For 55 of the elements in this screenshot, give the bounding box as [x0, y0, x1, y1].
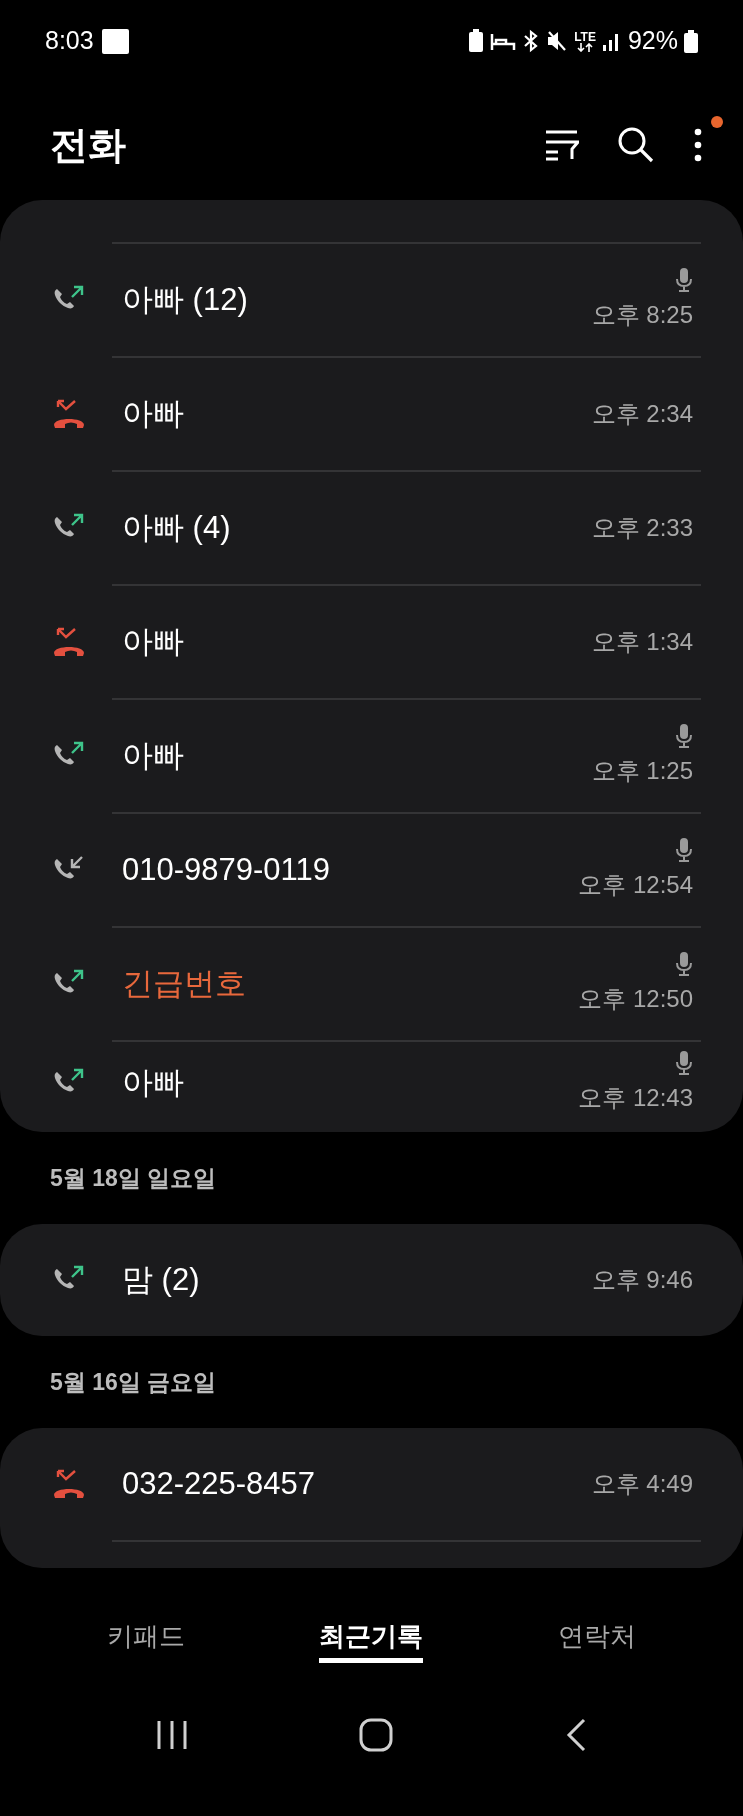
- call-log-row[interactable]: 아빠 오후 12:43: [0, 1042, 743, 1132]
- call-log-row[interactable]: 아빠 오후 1:34: [0, 586, 743, 698]
- date-header: 5월 18일 일요일: [49, 1163, 218, 1193]
- call-log-row[interactable]: 아빠 오후 2:34: [0, 358, 743, 470]
- filter-icon[interactable]: [545, 129, 579, 161]
- recent-apps-icon[interactable]: [155, 1720, 188, 1750]
- caller-name: 아빠: [122, 394, 185, 433]
- caller-name: 아빠 (4): [122, 508, 232, 547]
- caller-name: 아빠: [122, 1063, 185, 1102]
- call-log-row[interactable]: 아빠 (4) 오후 2:33: [0, 472, 743, 584]
- microphone-icon: [675, 837, 693, 863]
- call-log-row[interactable]: 032-225-8457 오후 4:49: [0, 1428, 743, 1540]
- back-icon[interactable]: [565, 1718, 588, 1752]
- caller-name: 맘 (2): [122, 1260, 201, 1299]
- search-icon[interactable]: [617, 126, 655, 164]
- app-notification-icon: [101, 28, 129, 54]
- microphone-icon: [675, 1050, 693, 1076]
- microphone-icon: [675, 267, 693, 293]
- status-time: 8:03: [45, 25, 94, 57]
- nav-tab[interactable]: 연락처: [557, 1617, 636, 1663]
- call-time: 오후 12:50: [578, 984, 693, 1014]
- call-time: 오후 8:25: [591, 300, 693, 330]
- microphone-icon: [675, 723, 693, 749]
- call-time: 오후 4:49: [591, 1469, 693, 1499]
- call-time: 오후 2:34: [591, 399, 693, 429]
- mute-icon: [546, 29, 569, 53]
- call-log-row[interactable]: 010-9879-0119 오후 12:54: [0, 814, 743, 926]
- call-log-row[interactable]: 아빠 오후 1:25: [0, 700, 743, 812]
- call-time: 오후 12:54: [578, 870, 693, 900]
- call-time: 오후 1:34: [591, 627, 693, 657]
- caller-name: 긴급번호: [122, 964, 247, 1003]
- more-options-icon[interactable]: [693, 128, 703, 162]
- data-arrows-icon: [576, 42, 595, 52]
- caller-name: 032-225-8457: [122, 1464, 317, 1503]
- call-log-row[interactable]: 긴급번호 오후 12:50: [0, 928, 743, 1040]
- date-header: 5월 16일 금요일: [49, 1367, 218, 1397]
- call-time: 오후 1:25: [591, 756, 693, 786]
- page-title: 전화: [50, 122, 127, 168]
- call-log-row[interactable]: 아빠 (12) 오후 8:25: [0, 244, 743, 356]
- caller-name: 010-9879-0119: [122, 850, 331, 889]
- battery-icon: [684, 29, 698, 53]
- network-label: LTE: [574, 30, 596, 43]
- caller-name: 아빠: [122, 736, 185, 775]
- call-time: 오후 9:46: [591, 1265, 693, 1295]
- battery-saver-icon: [468, 29, 485, 53]
- caller-name: 아빠: [122, 622, 185, 661]
- nav-tab[interactable]: 최근기록: [319, 1617, 424, 1663]
- microphone-icon: [675, 951, 693, 977]
- caller-name: 아빠 (12): [122, 280, 249, 319]
- battery-percent: 92%: [627, 25, 678, 57]
- call-log-row[interactable]: 맘 (2) 오후 9:46: [0, 1224, 743, 1336]
- call-time: 오후 12:43: [578, 1083, 693, 1113]
- home-icon[interactable]: [359, 1718, 394, 1752]
- nav-tab[interactable]: 키패드: [107, 1617, 186, 1663]
- call-time: 오후 2:33: [591, 513, 693, 543]
